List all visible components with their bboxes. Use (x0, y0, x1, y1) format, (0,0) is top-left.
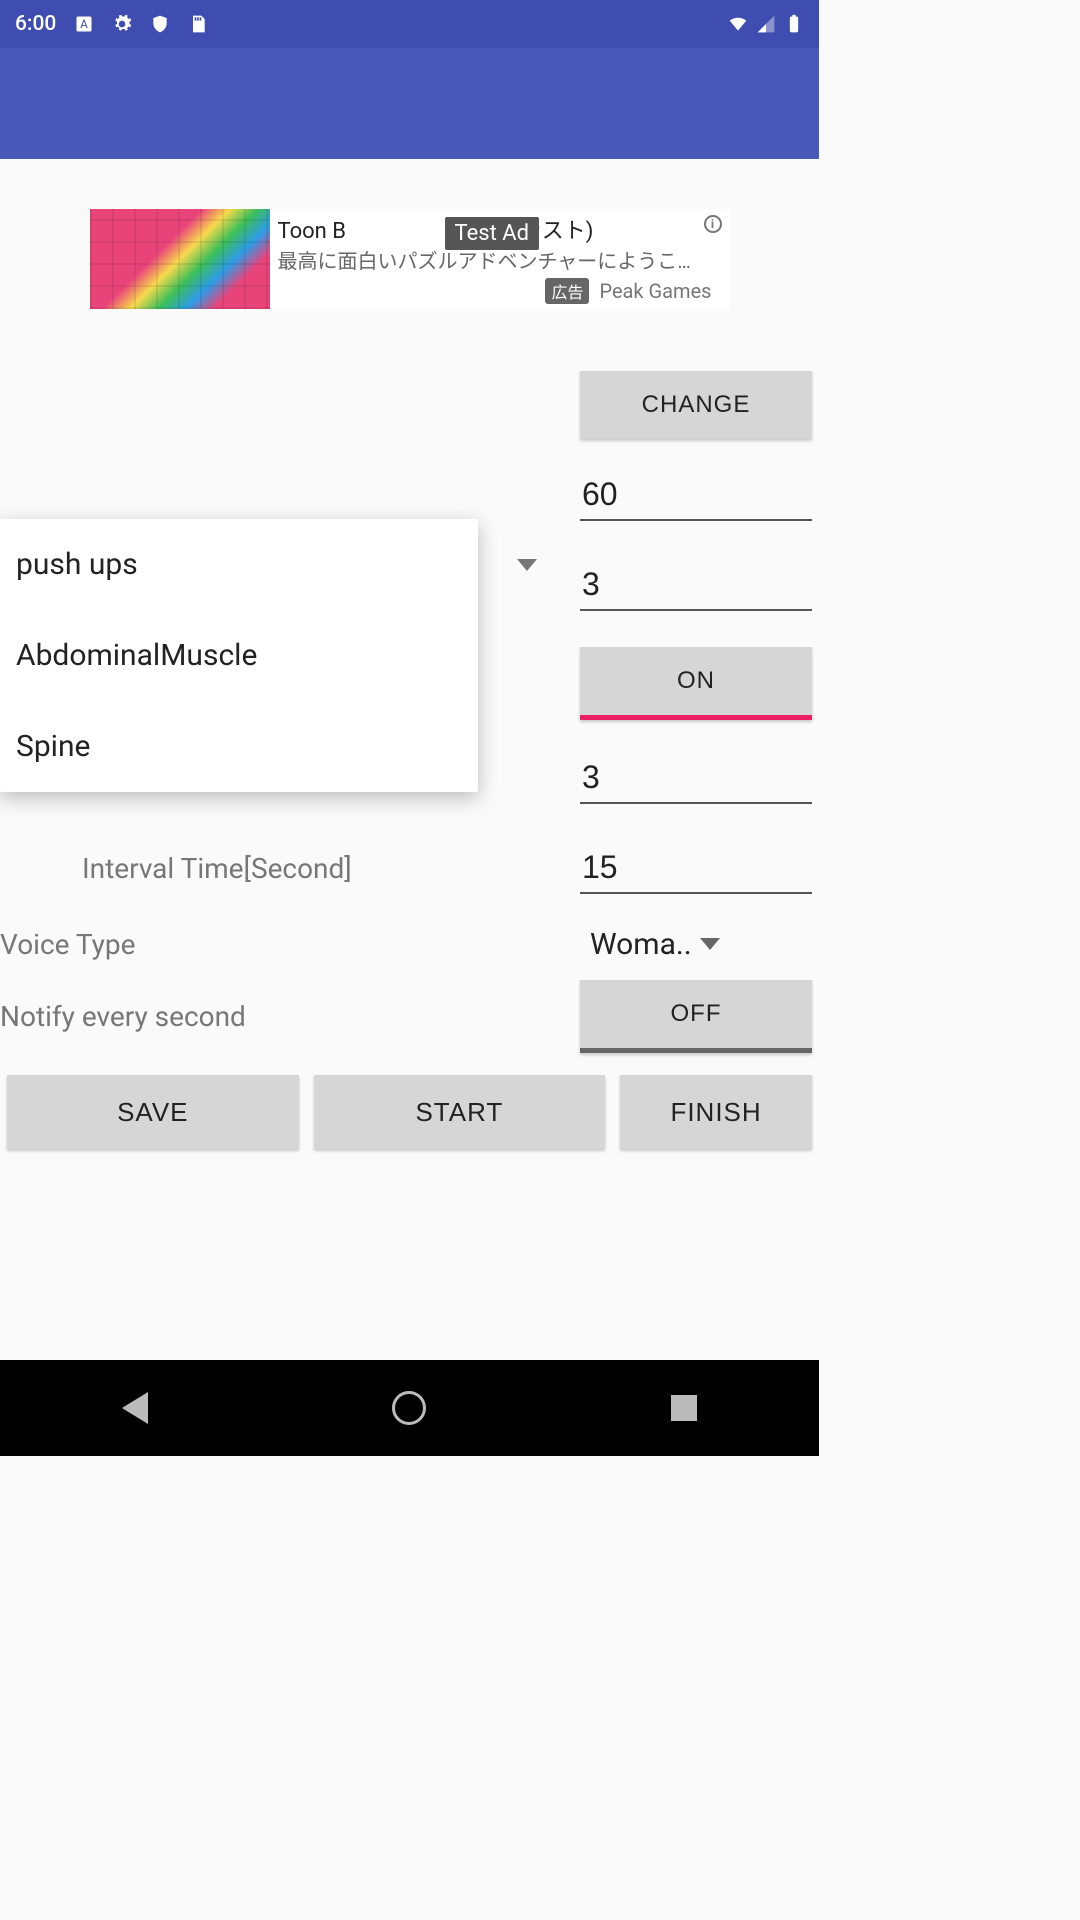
interval-input[interactable] (580, 843, 812, 894)
ad-image (90, 209, 270, 309)
set-toggle[interactable]: ON (580, 647, 812, 720)
back-icon[interactable] (122, 1392, 148, 1424)
content-area: Toon B ーンブラスト) 最高に面白いパズルアドベンチャーにようこそ… 広告… (0, 159, 819, 1149)
navigation-bar (0, 1360, 819, 1456)
value-2-input[interactable] (580, 560, 812, 611)
clock: 6:00 (15, 12, 56, 36)
shield-icon (150, 14, 170, 34)
sd-card-icon (188, 14, 208, 34)
chevron-down-icon[interactable] (517, 559, 537, 571)
app-bar (0, 48, 819, 159)
ad-banner[interactable]: Toon B ーンブラスト) 最高に面白いパズルアドベンチャーにようこそ… 広告… (90, 209, 730, 309)
voice-type-label: Voice Type (0, 928, 580, 961)
chevron-down-icon (700, 938, 720, 950)
start-button[interactable]: START (314, 1075, 606, 1149)
signal-icon (756, 14, 776, 34)
info-icon[interactable]: i (704, 215, 722, 233)
ad-publisher: Peak Games (599, 279, 711, 303)
dropdown-item-abdominal[interactable]: AbdominalMuscle (0, 610, 478, 701)
notify-toggle[interactable]: OFF (580, 980, 812, 1053)
dropdown-item-pushups[interactable]: push ups (0, 519, 478, 610)
exercise-dropdown: push ups AbdominalMuscle Spine (0, 519, 478, 792)
ad-badge: 広告 (545, 278, 589, 304)
set-count-input[interactable] (580, 753, 812, 804)
battery-icon (784, 14, 804, 34)
keyboard-icon: A (74, 14, 94, 34)
save-button[interactable]: SAVE (7, 1075, 299, 1149)
dropdown-item-spine[interactable]: Spine (0, 701, 478, 792)
status-bar: 6:00 A (0, 0, 819, 48)
change-button[interactable]: CHANGE (580, 371, 812, 439)
value-1-input[interactable] (580, 470, 812, 521)
recents-icon[interactable] (671, 1395, 697, 1421)
voice-type-value: Woma.. (580, 927, 700, 962)
voice-type-select[interactable]: Woma.. (580, 927, 812, 962)
interval-label: Interval Time[Second] (0, 852, 580, 885)
home-icon[interactable] (392, 1391, 426, 1425)
action-row: SAVE START FINISH (0, 1075, 819, 1149)
gear-icon (112, 14, 132, 34)
notify-label: Notify every second (0, 1000, 580, 1033)
svg-text:A: A (81, 17, 89, 31)
wifi-icon (728, 14, 748, 34)
finish-button[interactable]: FINISH (620, 1075, 812, 1149)
test-ad-tag: Test Ad (445, 217, 540, 250)
